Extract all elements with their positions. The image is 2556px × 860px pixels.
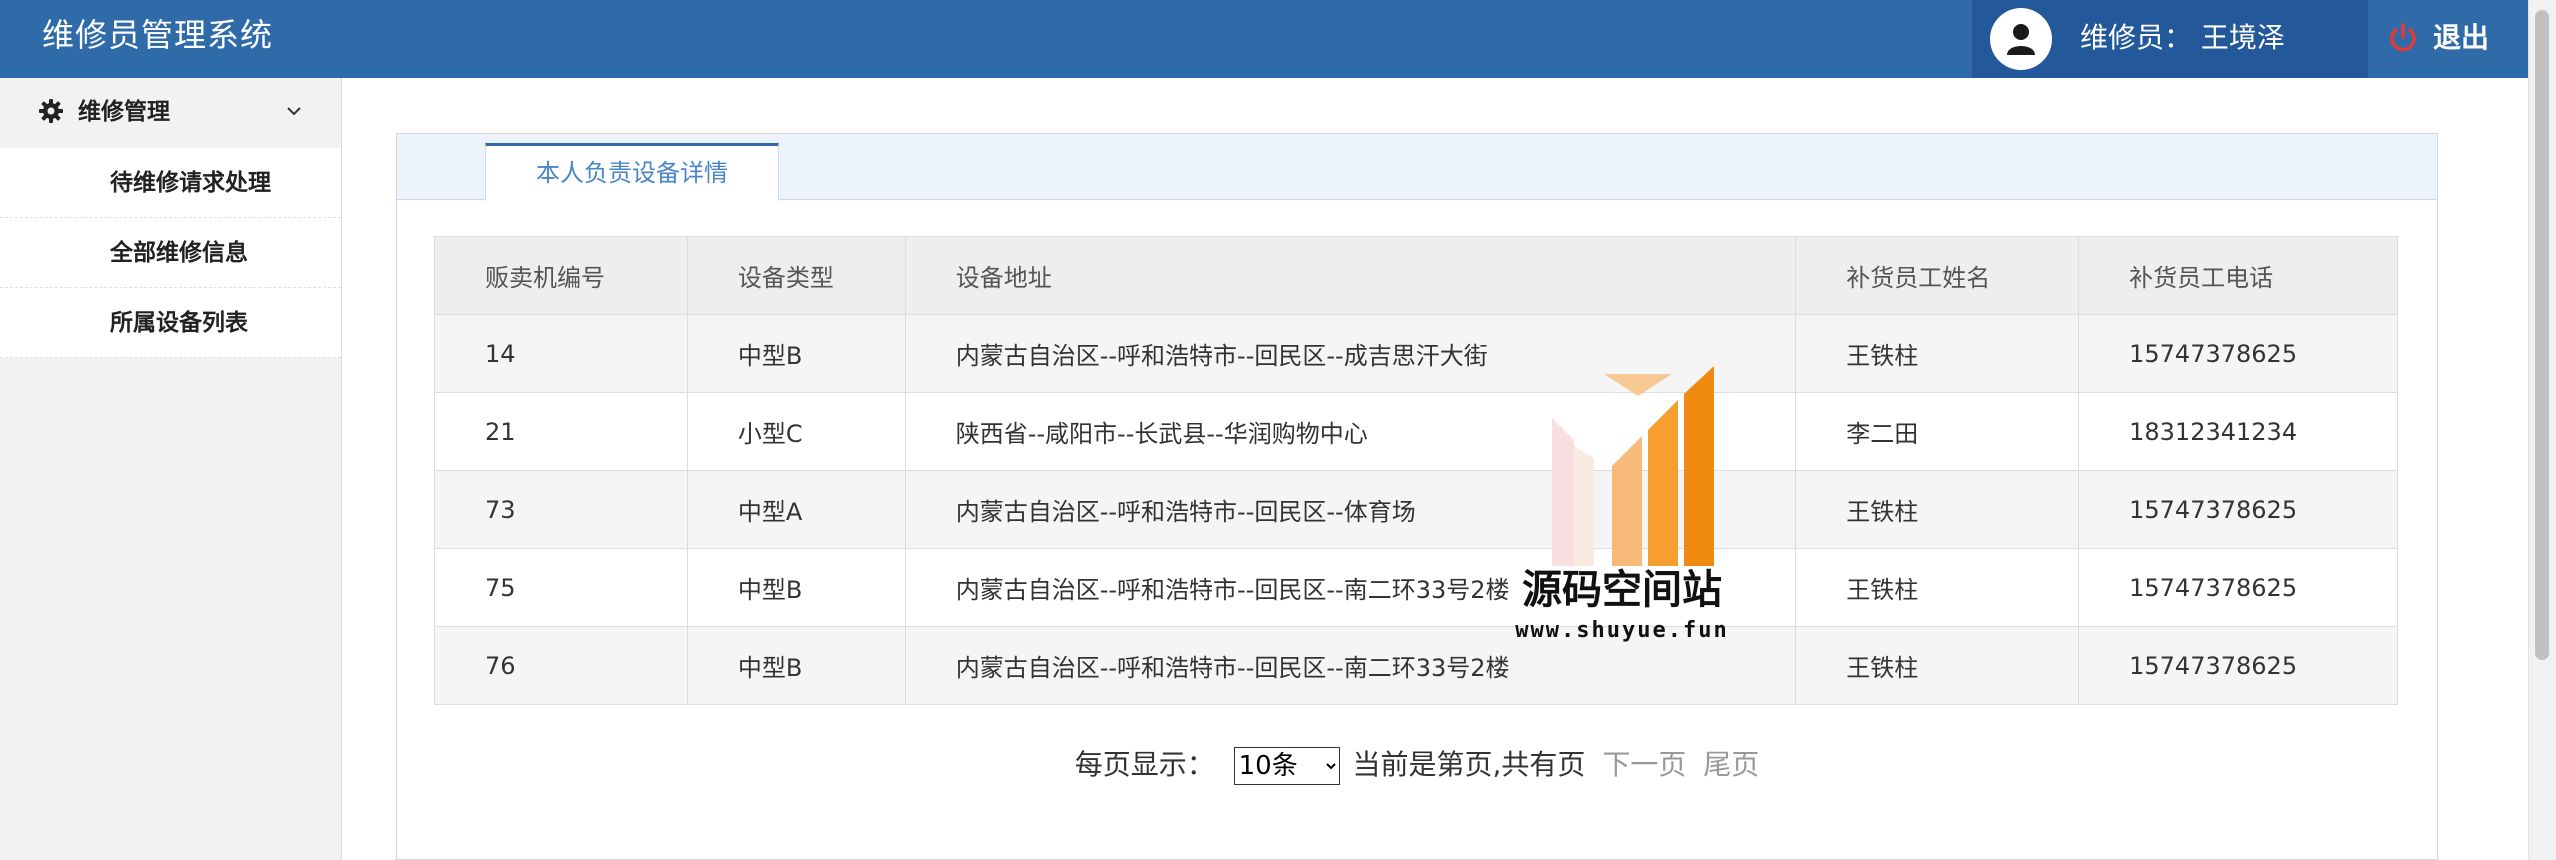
table-cell: 15747378625 [2078, 548, 2398, 627]
content-panel: 本人负责设备详情 贩卖机编号 设备类型 设备地址 补货员工姓名 补货员工电话 1… [396, 133, 2438, 860]
sidebar: 维修管理 待维修请求处理 全部维修信息 所属设备列表 [0, 78, 342, 860]
table-cell: 王铁柱 [1795, 470, 2080, 549]
table-cell: 中型B [686, 626, 906, 705]
user-icon [2007, 24, 2035, 55]
scrollbar-thumb[interactable] [2535, 10, 2549, 660]
table-cell: 75 [434, 548, 688, 627]
column-header: 设备类型 [686, 236, 906, 315]
table-cell: 李二田 [1795, 392, 2080, 471]
table-cell: 中型B [686, 314, 906, 393]
pagination: 每页显示： 10条 当前是第页,共有页 下一页 尾页 [397, 744, 2437, 786]
next-page-link[interactable]: 下一页 [1602, 748, 1686, 781]
per-page-label: 每页显示： [1074, 748, 1215, 781]
table-row: 75 中型B 内蒙古自治区--呼和浩特市--回民区--南二环33号2楼 王铁柱 … [434, 548, 2398, 627]
table-cell: 中型A [686, 470, 906, 549]
table-cell: 王铁柱 [1795, 314, 2080, 393]
app-title: 维修员管理系统 [42, 16, 274, 54]
table-row: 14 中型B 内蒙古自治区--呼和浩特市--回民区--成吉思汗大街 王铁柱 15… [434, 314, 2398, 393]
table-cell: 15747378625 [2078, 470, 2398, 549]
table-cell: 21 [434, 392, 688, 471]
sidebar-item-device-list[interactable]: 所属设备列表 [0, 288, 341, 358]
sidebar-item-pending-requests[interactable]: 待维修请求处理 [0, 148, 341, 218]
gear-icon [39, 99, 63, 123]
page-info: 当前是第页,共有页 [1352, 748, 1586, 781]
device-table: 贩卖机编号 设备类型 设备地址 补货员工姓名 补货员工电话 14 中型B 内蒙古… [434, 236, 2398, 705]
table-row: 76 中型B 内蒙古自治区--呼和浩特市--回民区--南二环33号2楼 王铁柱 … [434, 626, 2398, 705]
table-cell: 14 [434, 314, 688, 393]
watermark-url: www.shuyue.fun [1515, 618, 1729, 643]
menu-group-maintenance[interactable]: 维修管理 [0, 78, 341, 148]
column-header: 贩卖机编号 [434, 236, 688, 315]
table-cell: 73 [434, 470, 688, 549]
logout-label: 退出 [2433, 21, 2490, 54]
sidebar-item-label: 全部维修信息 [110, 240, 248, 266]
table-cell: 小型C [686, 392, 906, 471]
page-size-select[interactable]: 10条 [1233, 747, 1340, 785]
top-header: 维修员管理系统 维修员： 王境泽 退出 [0, 0, 2528, 78]
table-header-row: 贩卖机编号 设备类型 设备地址 补货员工姓名 补货员工电话 [434, 236, 2398, 315]
column-header: 补货员工姓名 [1795, 236, 2080, 315]
chevron-down-icon [287, 107, 301, 116]
table-cell: 76 [434, 626, 688, 705]
table-cell: 15747378625 [2078, 626, 2398, 705]
user-name-label: 维修员： 王境泽 [2080, 21, 2285, 54]
table-cell: 15747378625 [2078, 314, 2398, 393]
sidebar-item-all-repairs[interactable]: 全部维修信息 [0, 218, 341, 288]
main-content: 本人负责设备详情 贩卖机编号 设备类型 设备地址 补货员工姓名 补货员工电话 1… [342, 78, 2528, 860]
power-icon [2390, 23, 2416, 52]
tab-label: 本人负责设备详情 [536, 159, 728, 187]
watermark: 源码空间站 www.shuyue.fun [1492, 366, 1752, 656]
sidebar-item-label: 所属设备列表 [110, 310, 248, 336]
user-info: 维修员： 王境泽 [1972, 0, 2368, 78]
column-header: 补货员工电话 [2078, 236, 2398, 315]
table-cell: 中型B [686, 548, 906, 627]
sidebar-item-label: 待维修请求处理 [110, 170, 271, 196]
table-cell: 18312341234 [2078, 392, 2398, 471]
avatar [1990, 8, 2052, 70]
table-cell: 王铁柱 [1795, 548, 2080, 627]
page-scrollbar[interactable] [2528, 0, 2556, 860]
watermark-text: 源码空间站 [1522, 567, 1722, 613]
last-page-link[interactable]: 尾页 [1703, 748, 1759, 781]
watermark-logo [1552, 366, 1714, 566]
table-row: 21 小型C 陕西省--咸阳市--长武县--华润购物中心 李二田 1831234… [434, 392, 2398, 471]
table-row: 73 中型A 内蒙古自治区--呼和浩特市--回民区--体育场 王铁柱 15747… [434, 470, 2398, 549]
logout-button[interactable]: 退出 [2378, 0, 2528, 78]
column-header: 设备地址 [904, 236, 1797, 315]
table-cell: 王铁柱 [1795, 626, 2080, 705]
tab-device-details[interactable]: 本人负责设备详情 [485, 143, 779, 201]
tab-strip: 本人负责设备详情 [397, 134, 2437, 201]
menu-group-label: 维修管理 [78, 99, 170, 125]
